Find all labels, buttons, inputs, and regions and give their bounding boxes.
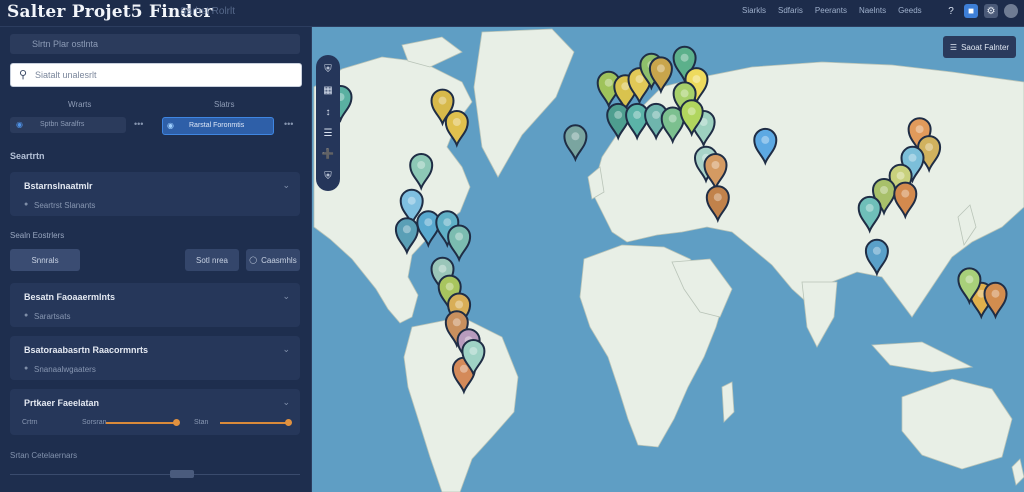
category-card[interactable]: Bsatoraabasrtn Raacormnrts ⌄ ● Snanaalwg…	[10, 336, 300, 380]
top-nav-item[interactable]: Naelnts	[859, 6, 886, 15]
slider-right-label: Stan	[194, 419, 209, 426]
chevron-down-icon[interactable]: ⌄	[282, 291, 290, 302]
slider-handle[interactable]	[173, 419, 180, 426]
help-icon[interactable]: ?	[944, 4, 958, 18]
settings-icon[interactable]: ⚙	[984, 4, 998, 18]
grid-icon[interactable]: ▦	[323, 85, 332, 96]
selector-left-label: Sptbn Saralfrs	[40, 121, 85, 128]
range-slider-left[interactable]	[106, 422, 176, 424]
india	[801, 281, 838, 348]
greenland	[473, 28, 575, 178]
top-nav-item[interactable]: Geeds	[898, 6, 922, 15]
selector-left[interactable]: ◉ Sptbn Saralfrs	[10, 117, 126, 133]
project-pin[interactable]	[563, 124, 588, 163]
project-pin[interactable]	[983, 281, 1008, 320]
sidebar: Slrtn Plar ostlnta ⚲ Siatalt unalesrlt W…	[0, 27, 312, 492]
avatar[interactable]	[1004, 4, 1018, 18]
timeline-bar[interactable]	[10, 474, 300, 475]
selector-right-label: Rarstal Foronmtis	[189, 122, 245, 129]
world-map[interactable]	[312, 27, 1024, 492]
range-slider-right[interactable]	[220, 422, 288, 424]
footer-title: Srtan Cetelaernars	[10, 451, 78, 460]
zoom-icon[interactable]: ➕	[322, 149, 334, 160]
map-filter-button[interactable]: ☰ Saoat Falnter	[943, 36, 1016, 58]
selector-right-more-icon[interactable]: •••	[284, 119, 293, 129]
search-placeholder: Siatalt unalesrlt	[35, 70, 97, 80]
card-subtitle: Sarartsats	[34, 312, 71, 321]
filter-card: Prtkaer Faeelatan ⌄ Crtrn Sorsran Stan	[10, 389, 300, 435]
filter-icon: ☰	[949, 42, 958, 52]
chevron-down-icon[interactable]: ⌄	[282, 397, 290, 408]
selector-left-more-icon[interactable]: •••	[134, 119, 143, 129]
option-button[interactable]: ◯ Caasmhls	[246, 249, 300, 271]
circle-icon: ◯	[249, 257, 258, 264]
selector-right-icon: ◉	[167, 121, 174, 130]
notification-icon[interactable]: ■	[964, 4, 978, 18]
slider-handle[interactable]	[285, 419, 292, 426]
top-icons: ? ■ ⚙	[944, 4, 1018, 18]
new-zealand	[1011, 458, 1024, 486]
category-card[interactable]: Besatn Faoaaermlnts ⌄ ● Sarartsats	[10, 283, 300, 327]
map-canvas[interactable]	[312, 27, 1024, 492]
card-title: Besatn Faoaaermlnts	[24, 292, 116, 302]
option-button-label: Caasmhls	[261, 255, 297, 265]
search-input[interactable]: ⚲ Siatalt unalesrlt	[10, 63, 302, 87]
region-field[interactable]: Slrtn Plar ostlnta	[10, 34, 300, 54]
shield-icon[interactable]: ⛨	[324, 64, 332, 75]
primary-button[interactable]: Snnrals	[10, 249, 80, 271]
app-subtitle: Sarhst Rolrlt	[180, 6, 236, 17]
slider-left-label: Crtrn	[22, 419, 38, 426]
southeast-asia-islands	[871, 341, 974, 373]
chevron-down-icon[interactable]: ⌄	[282, 180, 290, 191]
slider-mid-label: Sorsran	[82, 419, 107, 426]
option-button[interactable]: Sotl nrea	[185, 249, 239, 271]
map-filter-label: Saoat Falnter	[961, 42, 1010, 52]
card-title: Prtkaer Faeelatan	[24, 398, 100, 408]
madagascar	[721, 381, 735, 423]
bullet-icon: ●	[24, 365, 29, 372]
expand-icon[interactable]: ↕	[326, 107, 331, 118]
section-title: Sealn Eostrlers	[10, 231, 65, 240]
bullet-icon: ●	[24, 201, 29, 208]
project-pin[interactable]	[447, 224, 472, 263]
top-nav-item[interactable]: Siarkls	[742, 6, 766, 15]
bullet-icon: ●	[24, 312, 29, 319]
top-nav-item[interactable]: Sdfaris	[778, 6, 803, 15]
australia	[901, 378, 1013, 470]
col-label-right: Slatrs	[214, 100, 235, 109]
timeline-handle[interactable]	[170, 470, 194, 478]
card-subtitle: Seartrst Slanants	[34, 201, 96, 210]
region-field-text: Slrtn Plar ostlnta	[32, 39, 99, 49]
selector-right[interactable]: ◉ Rarstal Foronmtis	[162, 117, 274, 135]
col-label-left: Wrarts	[68, 100, 92, 109]
top-nav-item[interactable]: Peerants	[815, 6, 847, 15]
chevron-down-icon[interactable]: ⌄	[282, 344, 290, 355]
card-title: Bstarnslnaatmlr	[24, 181, 93, 191]
layers-icon[interactable]: ☰	[324, 128, 333, 139]
category-card[interactable]: Bstarnslnaatmlr ⌄ Seartrst Slanants ●	[10, 172, 300, 216]
shield-small-icon[interactable]: ⛨	[324, 171, 332, 182]
top-nav: Siarkls Sdfaris Peerants Naelnts Geeds	[742, 6, 922, 15]
selector-left-icon: ◉	[16, 120, 23, 129]
top-bar: Salter Projet5 Finder Sarhst Rolrlt Siar…	[0, 0, 1024, 27]
card-subtitle: Snanaalwgaaters	[34, 365, 96, 374]
section-title: Seartrtn	[10, 151, 45, 161]
map-toolbar: ⛨ ▦ ↕ ☰ ➕ ⛨	[316, 55, 340, 191]
search-icon: ⚲	[19, 69, 28, 81]
card-title: Bsatoraabasrtn Raacormnrts	[24, 345, 149, 355]
